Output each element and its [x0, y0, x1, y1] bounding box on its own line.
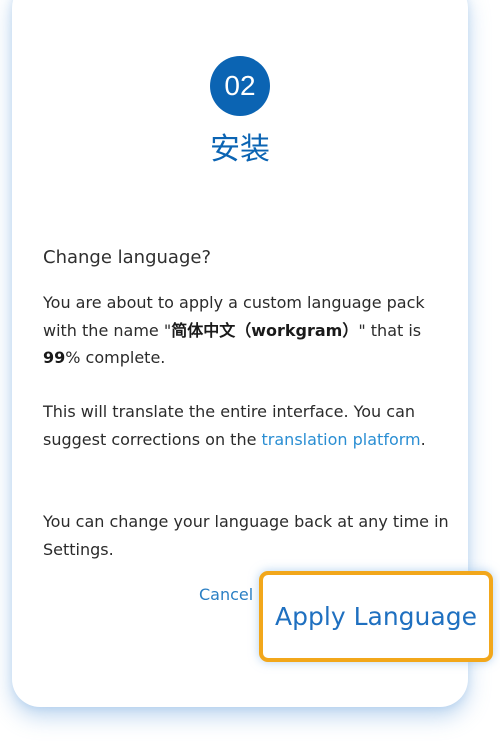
- step-number-badge: 02: [210, 56, 270, 116]
- message-text: % complete.: [65, 348, 166, 367]
- language-pack-name: 简体中文（workgram）: [171, 320, 359, 340]
- translation-platform-link[interactable]: translation platform: [262, 430, 421, 449]
- completion-percent: 99: [43, 348, 66, 367]
- dialog-heading: Change language?: [43, 247, 211, 268]
- step-title: 安装: [210, 132, 270, 167]
- settings-info-message: You can change your language back at any…: [43, 512, 449, 559]
- cancel-button[interactable]: Cancel: [199, 584, 253, 606]
- apply-language-button[interactable]: Apply Language: [263, 575, 489, 658]
- message-text: .: [420, 429, 426, 449]
- translation-info-message: This will translate the entire interface…: [43, 398, 453, 453]
- message-text: " that is: [358, 320, 422, 340]
- custom-language-pack-message: You are about to apply a custom language…: [43, 289, 453, 372]
- apply-language-highlight: Apply Language: [259, 571, 493, 662]
